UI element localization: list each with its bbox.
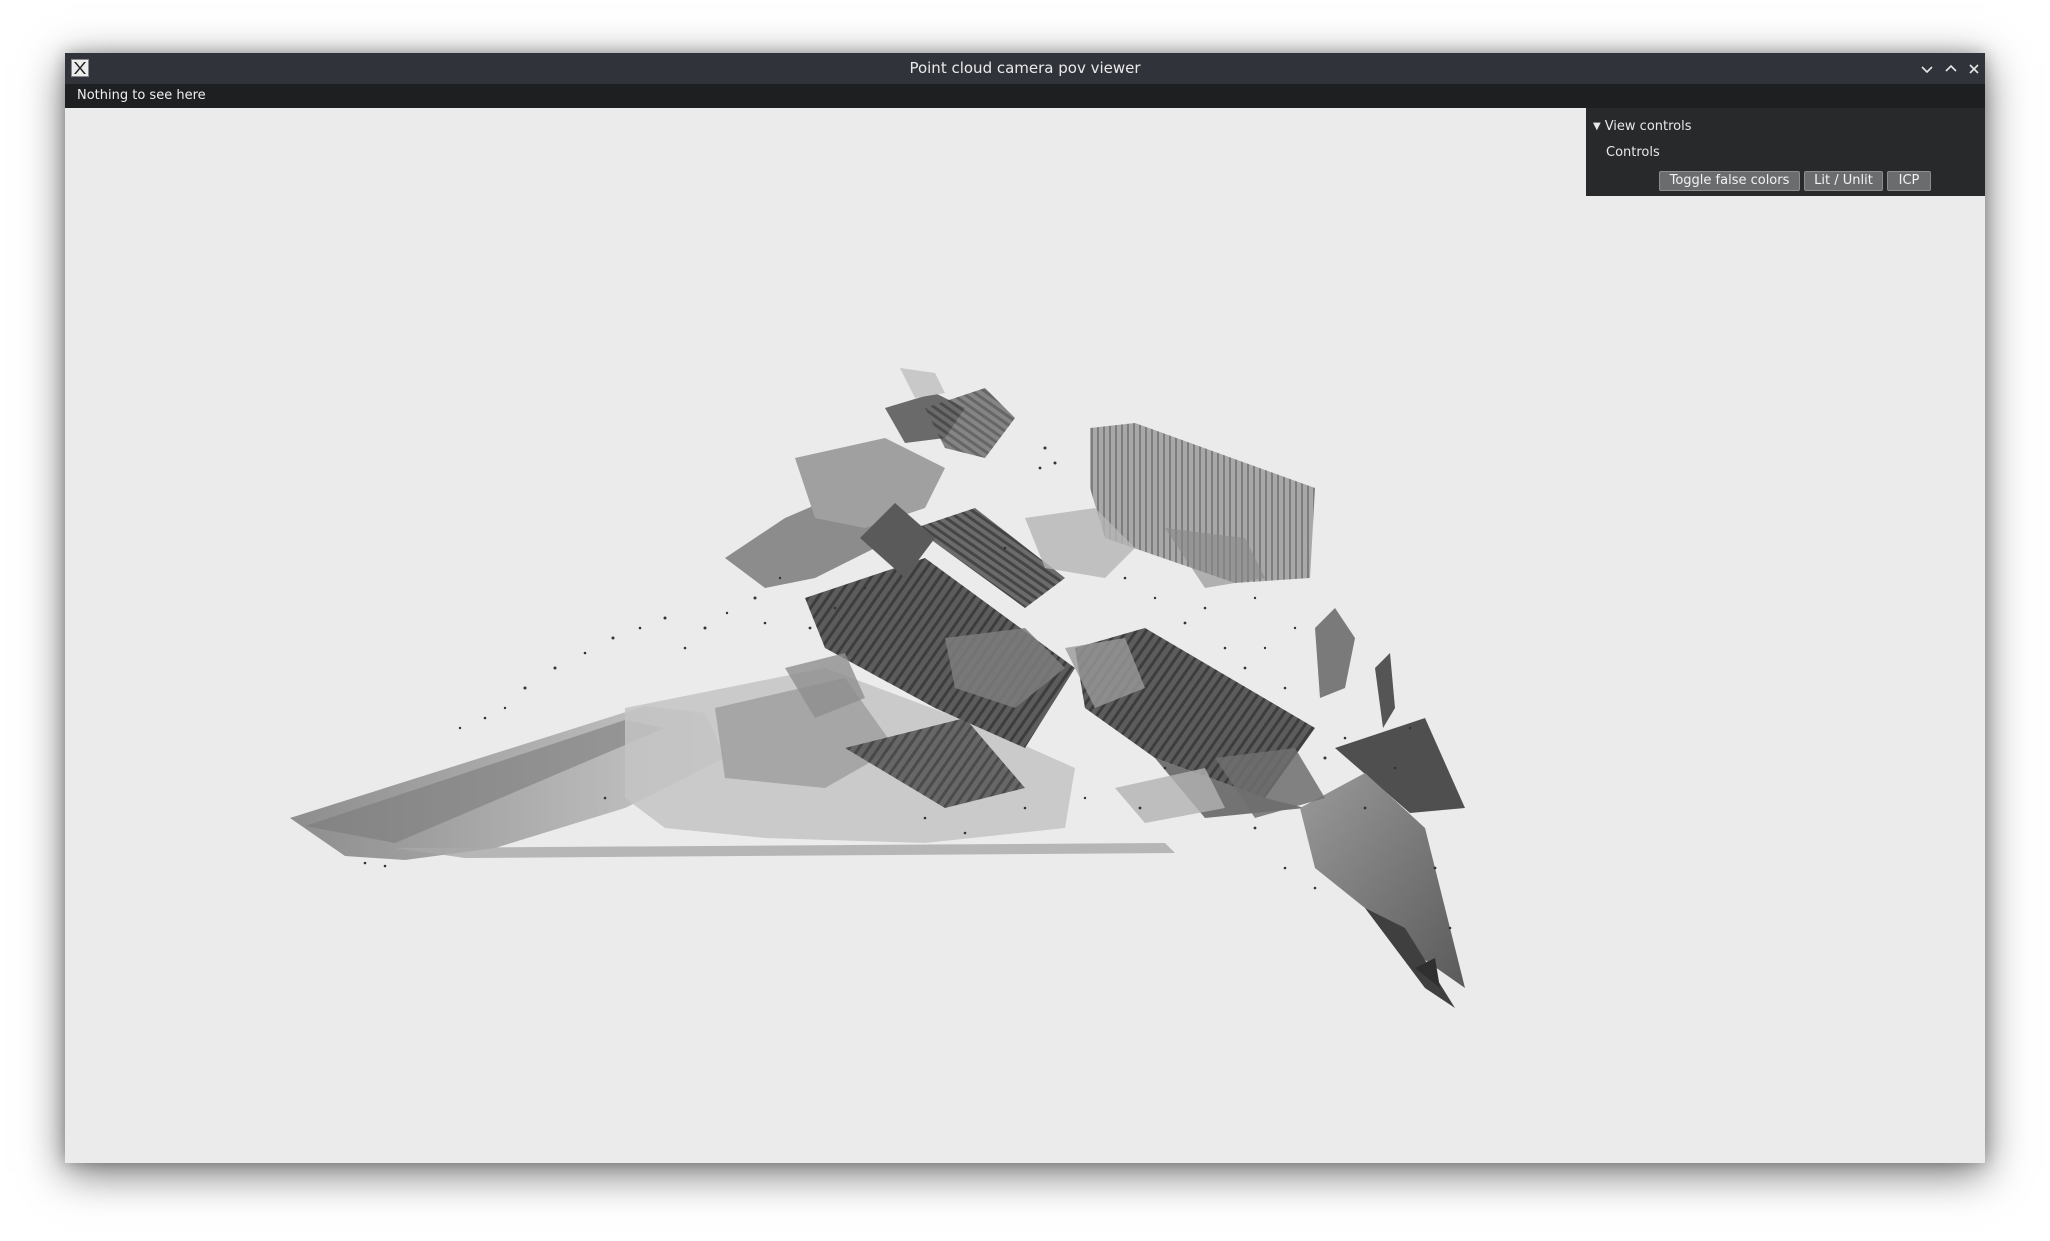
- title-bar[interactable]: Point cloud camera pov viewer: [65, 53, 1985, 84]
- maximize-icon: [1945, 64, 1957, 72]
- toggle-false-colors-button[interactable]: Toggle false colors: [1659, 171, 1800, 191]
- collapse-triangle-icon: ▼: [1593, 121, 1601, 132]
- app-window: Point cloud camera pov viewer Nothing to…: [65, 53, 1985, 1163]
- minimize-icon: [1921, 66, 1933, 74]
- maximize-button[interactable]: [1941, 59, 1961, 79]
- view-controls-panel: ▼ View controls Controls Toggle false col…: [1586, 108, 1985, 196]
- close-button[interactable]: [1964, 59, 1984, 79]
- view-controls-header[interactable]: ▼ View controls: [1593, 118, 1692, 136]
- window-title: Point cloud camera pov viewer: [909, 59, 1141, 77]
- menu-label[interactable]: Nothing to see here: [77, 84, 206, 108]
- menu-bar: Nothing to see here: [65, 84, 1985, 108]
- close-icon: [1969, 64, 1979, 74]
- desktop: Point cloud camera pov viewer Nothing to…: [0, 0, 2050, 1241]
- icp-button[interactable]: ICP: [1887, 171, 1931, 191]
- lit-unlit-button[interactable]: Lit / Unlit: [1804, 171, 1883, 191]
- controls-section-label: Controls: [1606, 145, 1660, 160]
- point-cloud-viewport[interactable]: [65, 108, 1985, 1163]
- view-controls-label: View controls: [1604, 119, 1692, 134]
- point-cloud-render: [290, 368, 1465, 1008]
- minimize-button[interactable]: [1917, 59, 1937, 79]
